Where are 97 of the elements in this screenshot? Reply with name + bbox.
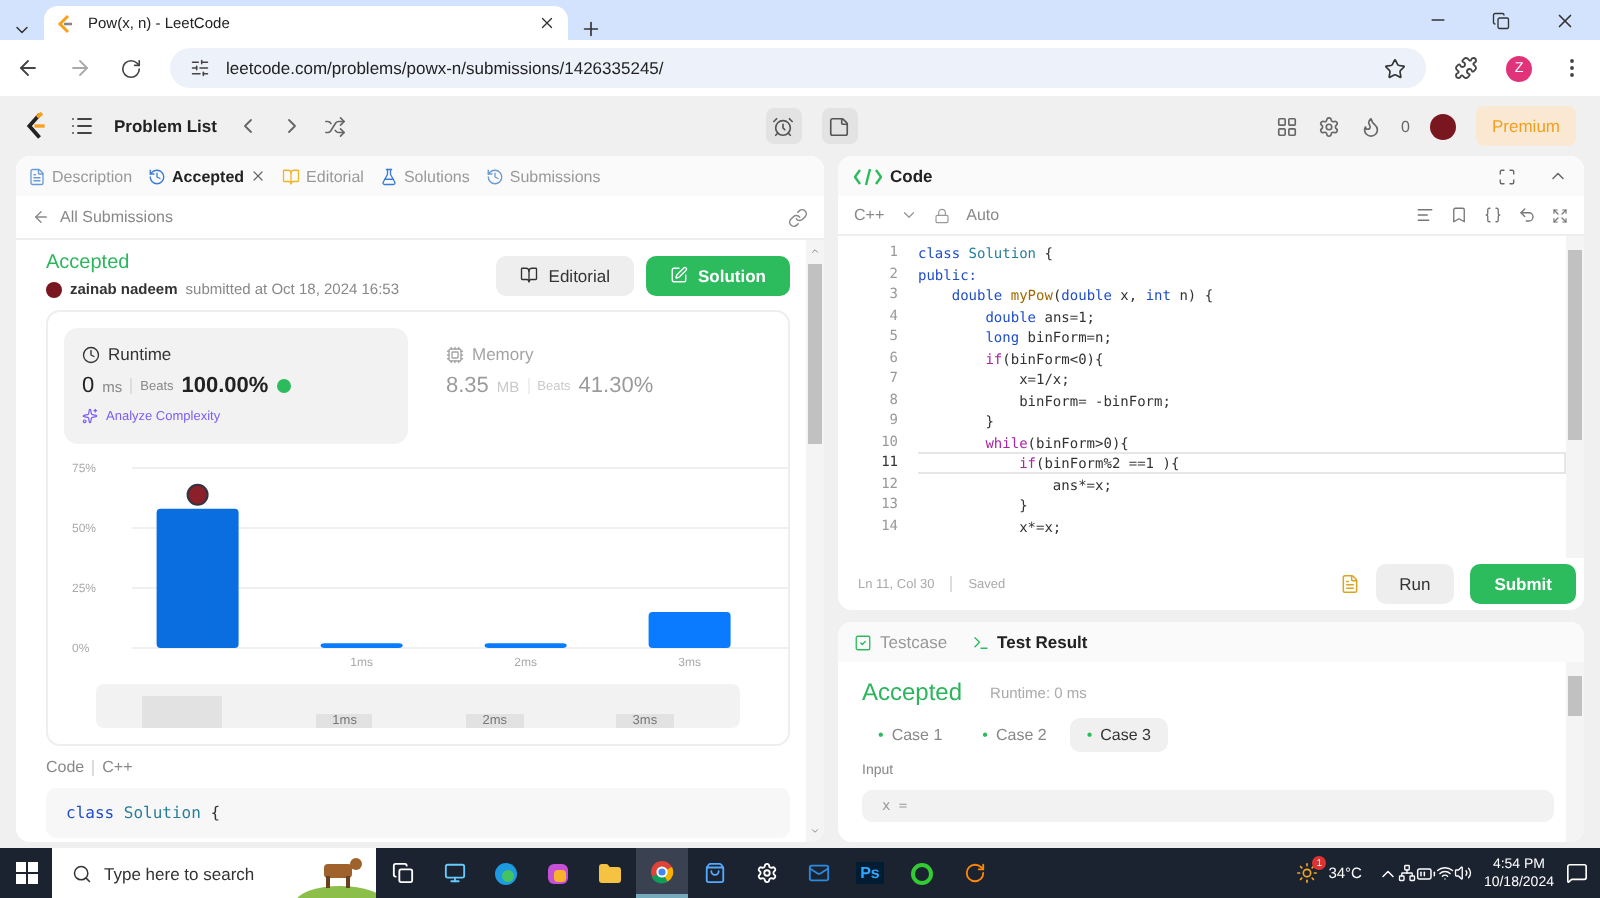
undo-icon[interactable] [1518, 206, 1536, 224]
problem-list-link[interactable]: Problem List [114, 116, 217, 136]
clock-icon [82, 345, 100, 363]
bar [156, 508, 239, 648]
notes-button[interactable] [821, 108, 858, 144]
language-select[interactable]: C++ [854, 206, 885, 224]
beats-value: 41.30% [578, 374, 654, 398]
flame-icon[interactable] [1359, 115, 1382, 137]
flask-icon [379, 167, 398, 185]
checkbox-icon [854, 633, 872, 651]
lock-icon [934, 207, 951, 223]
book-icon [520, 266, 539, 284]
note-icon [828, 115, 851, 137]
stat-title: Memory [472, 344, 534, 364]
bar [648, 612, 731, 648]
result-status: Accepted [862, 678, 963, 706]
fullscreen-icon[interactable] [1498, 167, 1516, 185]
alarm-clock-icon [772, 115, 795, 137]
restore-icon[interactable] [1492, 9, 1510, 31]
site-info-icon[interactable] [190, 58, 210, 78]
stat-value: 0 [82, 374, 95, 398]
result-tab[interactable]: Test Result [971, 632, 1088, 652]
language-label: C++ [102, 758, 133, 776]
editorial-button[interactable]: Editorial [496, 255, 634, 295]
all-submissions-link[interactable]: All Submissions [60, 208, 173, 226]
panel-tab[interactable]: Solutions [379, 167, 470, 185]
stat-value: 8.35 [446, 374, 489, 398]
shuffle-icon[interactable] [324, 115, 347, 137]
mode-label: Auto [966, 206, 1000, 224]
wifi-icon[interactable] [1435, 864, 1454, 882]
close-icon[interactable] [1554, 9, 1576, 31]
submission-status: Accepted [46, 252, 132, 274]
extensions-icon[interactable] [1454, 56, 1478, 80]
scrollbar-thumb[interactable] [1568, 250, 1582, 440]
sparkles-icon [82, 408, 98, 424]
panel-tab[interactable]: Description [28, 167, 133, 185]
document-icon [28, 167, 46, 185]
notifications-icon[interactable] [1566, 862, 1588, 884]
scrollbar[interactable] [1566, 662, 1584, 842]
panel-tab[interactable]: Accepted [148, 167, 267, 185]
dropdown-icon[interactable] [900, 206, 919, 224]
case-tab[interactable]: • Case 2 [966, 718, 1063, 752]
chrome-icon[interactable] [636, 848, 688, 898]
weather-icon[interactable] [1296, 862, 1319, 884]
code-block: class Solution { [46, 788, 790, 838]
panel-tab[interactable]: Submissions [485, 167, 601, 185]
link-icon[interactable] [788, 207, 808, 227]
code-icon [854, 167, 882, 185]
address-bar[interactable]: leetcode.com/problems/powx-n/submissions/1426335245/ [170, 48, 1426, 88]
code-label: Code [46, 758, 85, 776]
network-icon[interactable] [1397, 864, 1416, 882]
expand-icon[interactable] [1552, 207, 1568, 223]
avatar [186, 483, 209, 506]
leetcode-logo-icon[interactable] [24, 112, 50, 140]
back-icon[interactable] [16, 56, 40, 80]
case-tab[interactable]: • Case 3 [1070, 718, 1168, 752]
user-avatar [46, 281, 62, 297]
case-tab[interactable]: • Case 1 [862, 718, 959, 752]
badge-icon [276, 378, 293, 394]
solution-button[interactable]: Solution [646, 255, 790, 295]
result-tab[interactable]: Testcase [854, 632, 948, 652]
terminal-icon [971, 633, 990, 651]
user-avatar[interactable] [1430, 113, 1456, 139]
panel-tab[interactable]: Editorial [282, 167, 364, 185]
panel-title: Code [890, 166, 933, 186]
stat-title: Runtime [108, 344, 172, 364]
close-icon[interactable] [538, 14, 556, 32]
scrollbar[interactable] [806, 240, 824, 842]
volume-icon[interactable] [1453, 864, 1472, 882]
bookmark-star-icon[interactable] [1384, 57, 1406, 79]
streak-count: 0 [1401, 117, 1410, 135]
scrollbar-thumb[interactable] [1568, 676, 1582, 716]
beats-value: 100.00% [181, 374, 269, 398]
run-button[interactable]: Run [1375, 564, 1455, 604]
reload-icon[interactable] [120, 57, 142, 79]
book-icon [282, 167, 301, 185]
taskbar-search-field[interactable]: Type here to search [52, 848, 376, 898]
close-icon[interactable] [250, 168, 267, 184]
edit-icon [670, 266, 688, 284]
chip-icon [446, 345, 464, 363]
history-icon [148, 167, 167, 185]
search-icon [72, 863, 92, 883]
bar [320, 643, 403, 648]
clipboard-icon[interactable] [1339, 574, 1360, 594]
bar [484, 643, 567, 648]
bookmark-icon[interactable] [1450, 206, 1468, 224]
history-icon [485, 167, 504, 185]
format-icon[interactable] [1416, 206, 1434, 224]
braces-icon[interactable] [1484, 206, 1502, 224]
battery-icon[interactable] [1415, 863, 1436, 883]
layout-icon[interactable] [1275, 115, 1298, 137]
submit-button[interactable]: Submit [1470, 564, 1576, 604]
scrollbar[interactable] [1566, 236, 1584, 558]
new-tab-icon[interactable] [580, 18, 602, 40]
scrollbar-thumb[interactable] [808, 264, 822, 444]
timer-button[interactable] [765, 108, 802, 144]
leetcode-logo-icon [56, 13, 76, 33]
